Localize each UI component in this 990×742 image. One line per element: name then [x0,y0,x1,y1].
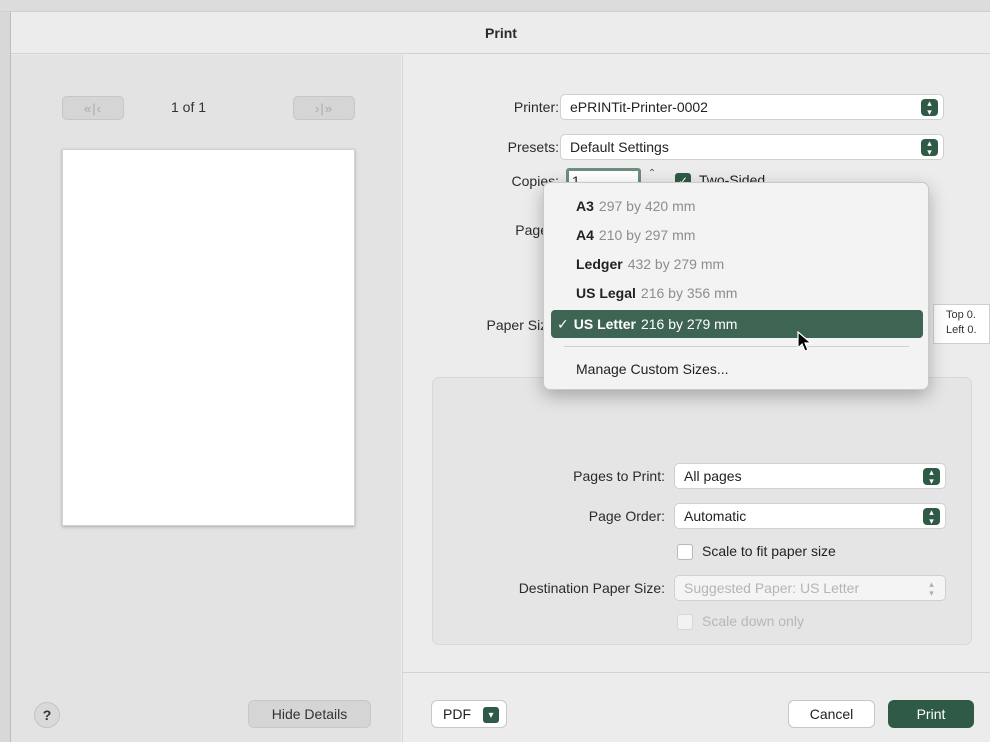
popup-stepper-icon: ▴ ▾ [923,507,940,525]
settings-pane: Printer: ePRINTit-Printer-0002 ▴ ▾ Preset… [402,55,990,742]
menu-item-dims: 210 by 297 mm [598,227,696,243]
popup-stepper-icon: ▴ ▾ [923,467,940,485]
menu-item-a3[interactable]: A3 297 by 420 mm [551,192,923,220]
menu-item-us-letter[interactable]: ✓ US Letter 216 by 279 mm [551,310,923,338]
margin-top-text: Top 0. [946,309,976,321]
help-button[interactable]: ? [34,702,60,728]
margin-left-text: Left 0. [946,324,977,336]
desktop-strip [0,0,990,12]
page-order-label: Page Order: [588,508,665,524]
menu-item-dims: 432 by 279 mm [627,256,725,272]
hide-details-button[interactable]: Hide Details [248,700,371,728]
mouse-pointer-icon [797,331,813,352]
desktop-edge [0,12,10,742]
presets-popup[interactable]: Default Settings ▴ ▾ [560,134,944,160]
pages-to-print-popup[interactable]: All pages ▴ ▾ [674,463,946,489]
pages-to-print-value: All pages [684,468,742,484]
destination-paper-size-value: Suggested Paper: US Letter [684,580,860,596]
menu-item-name: Ledger [576,256,623,272]
dialog-title: Print [11,12,990,54]
menu-item-dims: 216 by 356 mm [640,285,738,301]
pdf-button-label: PDF [443,706,471,722]
menu-item-name: US Letter [573,316,636,332]
page-count: 1 of 1 [171,99,207,115]
menu-item-dims: 297 by 420 mm [598,198,696,214]
preview-pane: «|‹ 1 of 1 ›|» ? Hide Details [11,55,401,742]
checkmark-icon: ✓ [557,315,569,332]
paper-size-label: Paper Size [486,317,555,333]
menu-item-us-legal[interactable]: US Legal 216 by 356 mm [551,279,923,307]
footer-divider [403,672,990,673]
menu-separator [564,346,909,347]
menu-item-dims: 216 by 279 mm [640,316,738,332]
first-previous-page-button[interactable]: «|‹ [62,96,124,120]
presets-value: Default Settings [570,139,669,155]
scale-to-fit-label: Scale to fit paper size [702,543,836,559]
destination-paper-size-label: Destination Paper Size: [518,580,665,596]
pages-label: Pages [515,222,555,238]
menu-item-name: A3 [576,198,594,214]
printer-label: Printer: [513,99,559,115]
scale-to-fit-checkbox[interactable] [677,544,693,560]
presets-label: Presets: [507,139,559,155]
scale-down-only-label: Scale down only [702,613,804,629]
menu-item-name: US Legal [576,285,636,301]
menu-item-manage-custom-sizes[interactable]: Manage Custom Sizes... [551,355,923,383]
pdf-menu-button[interactable]: PDF ▾ [431,700,507,728]
menu-item-ledger[interactable]: Ledger 432 by 279 mm [551,250,923,278]
printer-value: ePRINTit-Printer-0002 [570,99,708,115]
cancel-button[interactable]: Cancel [788,700,875,728]
chevron-down-icon: ▾ [483,707,499,723]
next-last-page-button[interactable]: ›|» [293,96,355,120]
menu-item-a4[interactable]: A4 210 by 297 mm [551,221,923,249]
popup-stepper-icon: ▴ ▾ [921,138,938,156]
destination-paper-size-popup[interactable]: Suggested Paper: US Letter ▴ ▾ [674,575,946,601]
page-order-value: Automatic [684,508,747,524]
page-order-popup[interactable]: Automatic ▴ ▾ [674,503,946,529]
margins-tooltip: Top 0. Left 0. [933,304,990,344]
scale-down-only-checkbox[interactable] [677,614,693,630]
pages-to-print-label: Pages to Print: [573,468,665,484]
menu-item-name: A4 [576,227,594,243]
printer-popup[interactable]: ePRINTit-Printer-0002 ▴ ▾ [560,94,944,120]
popup-stepper-icon: ▴ ▾ [929,578,934,598]
print-button[interactable]: Print [888,700,974,728]
popup-stepper-icon: ▴ ▾ [921,98,938,116]
page-preview [62,149,355,526]
paper-size-menu: A3 297 by 420 mm A4 210 by 297 mm Ledger… [543,182,929,390]
